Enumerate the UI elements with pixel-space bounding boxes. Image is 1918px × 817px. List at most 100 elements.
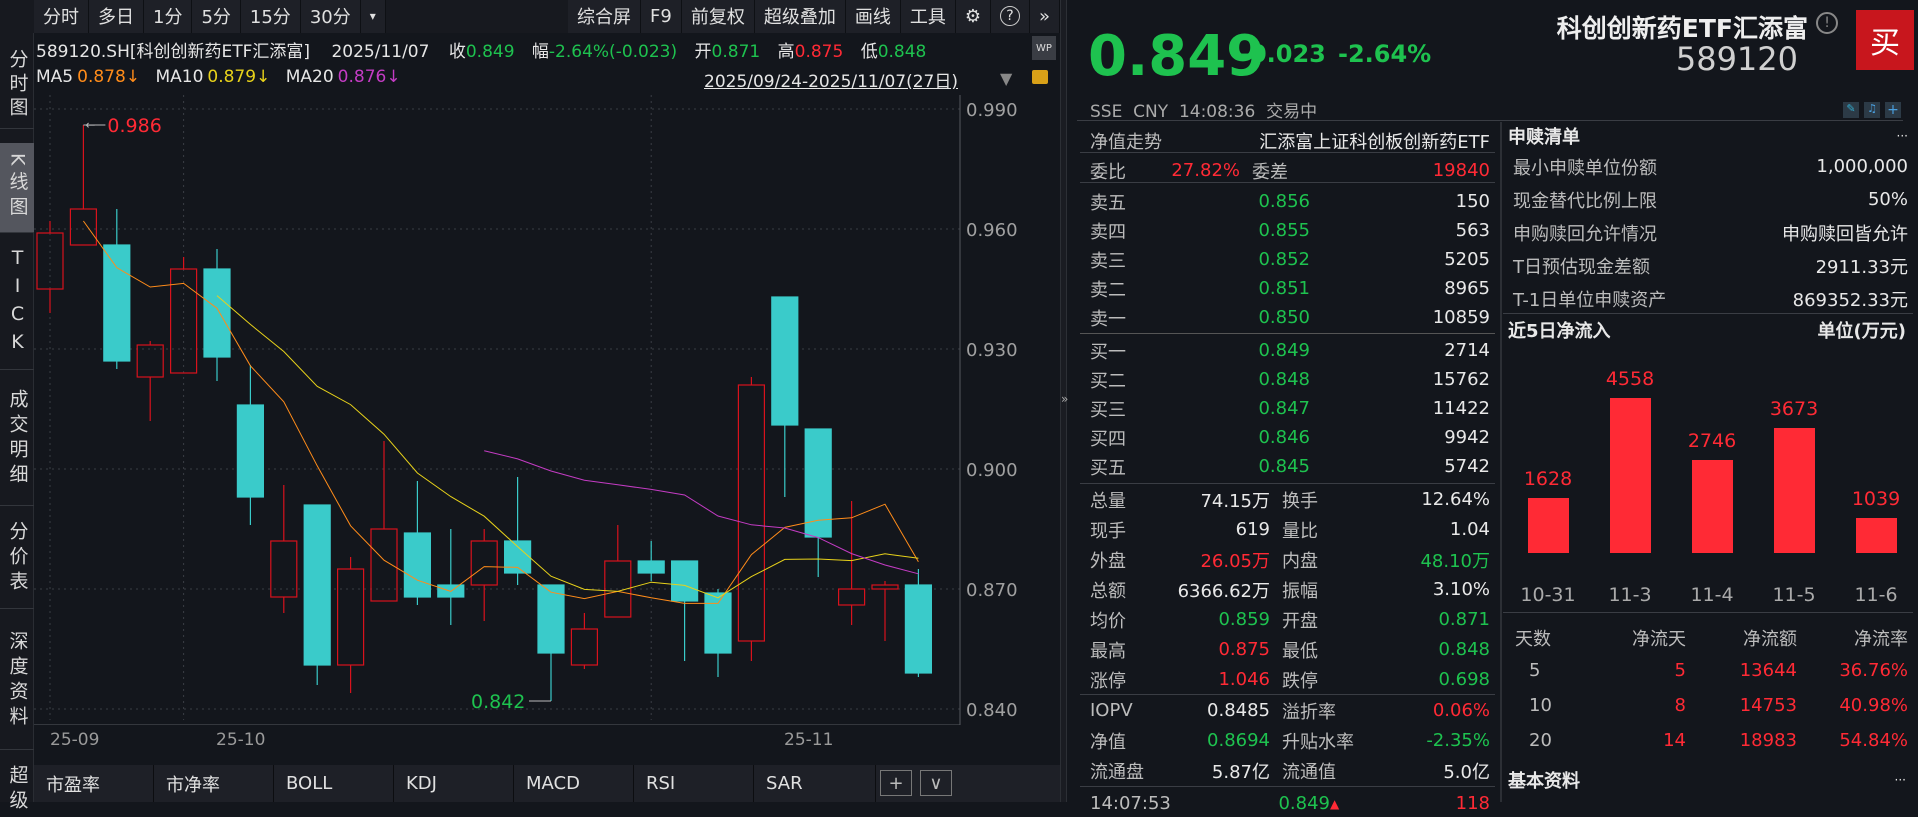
inflow-bar xyxy=(1528,497,1569,553)
flow-table-row: 10 8 14753 40.98% xyxy=(1515,692,1908,719)
level-label: 买五 xyxy=(1090,457,1126,479)
buy-button[interactable]: 买 xyxy=(1856,10,1914,70)
range-dropdown-icon[interactable]: ▼ xyxy=(1000,69,1012,88)
last-price: 0.849 xyxy=(1088,24,1266,89)
level-volume: 9942 xyxy=(1444,427,1490,448)
tab-boll[interactable]: BOLL xyxy=(274,765,394,802)
fund-full-name: 汇添富上证科创板创新药ETF xyxy=(1259,131,1490,153)
redeem-row: T-1日单位申赎资产 869352.33元 xyxy=(1513,285,1908,312)
monitor-icon[interactable]: WP xyxy=(1032,36,1056,60)
inflow-bar-date: 10-31 xyxy=(1520,584,1576,606)
level-price: 0.855 xyxy=(1258,220,1310,241)
level-label: 买一 xyxy=(1090,341,1126,363)
stat-value: 1.046 xyxy=(1218,669,1270,690)
tab-pb[interactable]: 市净率 xyxy=(154,765,274,802)
inflow-bar-value: 1039 xyxy=(1851,487,1901,510)
candle-down xyxy=(670,560,699,661)
gear-icon[interactable]: ⚙ xyxy=(955,0,991,33)
more-indicators-button[interactable]: ∨ xyxy=(920,770,952,796)
tab-pe[interactable]: 市盈率 xyxy=(34,765,154,802)
period-tab-1min[interactable]: 1分 xyxy=(144,0,193,33)
level-label: 卖三 xyxy=(1090,250,1126,272)
tab-macd[interactable]: MACD xyxy=(514,765,634,802)
f9-button[interactable]: F9 xyxy=(641,0,682,33)
level-label: 买四 xyxy=(1090,428,1126,450)
candle-body xyxy=(637,560,665,574)
ma20-label: MA20 xyxy=(285,67,334,87)
y-tick-label: 0.960 xyxy=(966,220,1018,241)
level-volume: 2714 xyxy=(1444,340,1490,361)
sidebar-item-kline[interactable]: K线图 xyxy=(0,143,34,233)
ma5-value: 0.878↓ xyxy=(77,67,141,87)
sidebar-item-trade-details[interactable]: 成交明细 xyxy=(0,373,34,506)
candle-body xyxy=(403,532,431,598)
stat-value: 5.87亿 xyxy=(1211,761,1270,783)
quote-date: 2025/11/07 xyxy=(331,42,430,62)
tick-time: 14:07:53 xyxy=(1090,793,1171,814)
panel-splitter[interactable]: » xyxy=(1060,0,1068,802)
bell-icon[interactable]: ♫ xyxy=(1864,102,1880,118)
inflow-bar-date: 11-5 xyxy=(1772,584,1816,606)
tab-kdj[interactable]: KDJ xyxy=(394,765,514,802)
level-price: 0.845 xyxy=(1258,456,1310,477)
candle-body xyxy=(69,208,98,246)
sidebar-item-label: 分价表 xyxy=(6,521,29,596)
currency: CNY xyxy=(1133,102,1169,122)
period-tab-5min[interactable]: 5分 xyxy=(192,0,241,33)
stat-row: 总量 74.15万 换手 12.64% xyxy=(1090,486,1490,513)
date-range-selector[interactable]: 2025/09/24-2025/11/07(27日) xyxy=(704,67,958,92)
sidebar-item-intraday[interactable]: 分时图 xyxy=(0,41,34,129)
level-volume: 11422 xyxy=(1432,398,1490,419)
edit-pencil-icon[interactable]: ✎ xyxy=(1843,102,1859,118)
sidebar-item-depth-data[interactable]: 深度资料 xyxy=(0,613,34,750)
y-tick-label: 0.990 xyxy=(966,100,1018,121)
change-value: -2.64%(-0.023) xyxy=(548,42,678,62)
kline-chart[interactable]: 0.990 0.960 0.930 0.900 0.870 0.840 ← 0.986 0.84… xyxy=(34,95,1060,725)
period-tab-multiday[interactable]: 多日 xyxy=(89,0,144,33)
stat-value: 74.15万 xyxy=(1200,490,1270,512)
stat-value: 12.64% xyxy=(1421,489,1490,510)
sidebar-item-tick[interactable]: TICK xyxy=(0,237,34,370)
period-more-dropdown[interactable]: ▾ xyxy=(360,0,386,33)
tools-button[interactable]: 工具 xyxy=(900,0,956,33)
add-plus-icon[interactable]: + xyxy=(1885,102,1901,118)
ma5-label: MA5 xyxy=(36,67,74,87)
high-value: 0.875 xyxy=(794,42,844,62)
redeem-value: 50% xyxy=(1867,189,1908,210)
stat-value: 0.848 xyxy=(1438,639,1490,660)
composite-screen-button[interactable]: 综合屏 xyxy=(568,0,642,33)
stat-value: 619 xyxy=(1235,519,1270,540)
candle-up xyxy=(570,613,599,669)
tab-rsi[interactable]: RSI xyxy=(634,765,754,802)
candle-up xyxy=(470,529,498,621)
stat-value: 0.871 xyxy=(1438,609,1490,630)
stat-row: 外盘 26.05万 内盘 48.10万 xyxy=(1090,546,1490,573)
left-sidebar: 分时图 K线图 TICK 成交明细 分价表 深度资料 超级 xyxy=(0,33,34,815)
close-label: 收 xyxy=(448,42,466,62)
open-value: 0.871 xyxy=(711,42,761,62)
max-arrow-head: ← xyxy=(85,118,95,132)
info-icon[interactable]: ! xyxy=(1816,12,1838,34)
period-tab-15min[interactable]: 15分 xyxy=(240,0,301,33)
stat-label: 流通盘 xyxy=(1090,761,1144,783)
help-icon[interactable]: ? xyxy=(990,0,1030,33)
lock-icon[interactable] xyxy=(1032,70,1048,84)
period-tab-30min[interactable]: 30分 xyxy=(300,0,361,33)
sidebar-item-price-table[interactable]: 分价表 xyxy=(0,509,34,609)
stat-value: 0.8694 xyxy=(1207,730,1270,751)
tab-sar[interactable]: SAR xyxy=(754,765,876,802)
draw-line-button[interactable]: 画线 xyxy=(845,0,901,33)
ma-info-row: MA5 0.878↓ MA10 0.879↓ MA20 0.876↓ xyxy=(36,67,405,87)
collapse-chevron-icon[interactable]: » xyxy=(1061,392,1068,406)
flow-table-cell: 5 xyxy=(1674,660,1686,681)
add-indicator-button[interactable]: + xyxy=(880,770,912,796)
sidebar-item-super[interactable]: 超级 xyxy=(0,755,34,815)
stat-value: 0.698 xyxy=(1438,669,1490,690)
super-overlay-button[interactable]: 超级叠加 xyxy=(754,0,846,33)
redeem-label: T日预估现金差额 xyxy=(1513,256,1650,278)
forward-adjust-button[interactable]: 前复权 xyxy=(681,0,755,33)
period-tab-intraday[interactable]: 分时 xyxy=(34,0,89,33)
inflow-bar xyxy=(1856,517,1897,553)
ma10-value: 0.879↓ xyxy=(207,67,271,87)
expand-chevron-icon[interactable]: » xyxy=(1029,0,1060,33)
